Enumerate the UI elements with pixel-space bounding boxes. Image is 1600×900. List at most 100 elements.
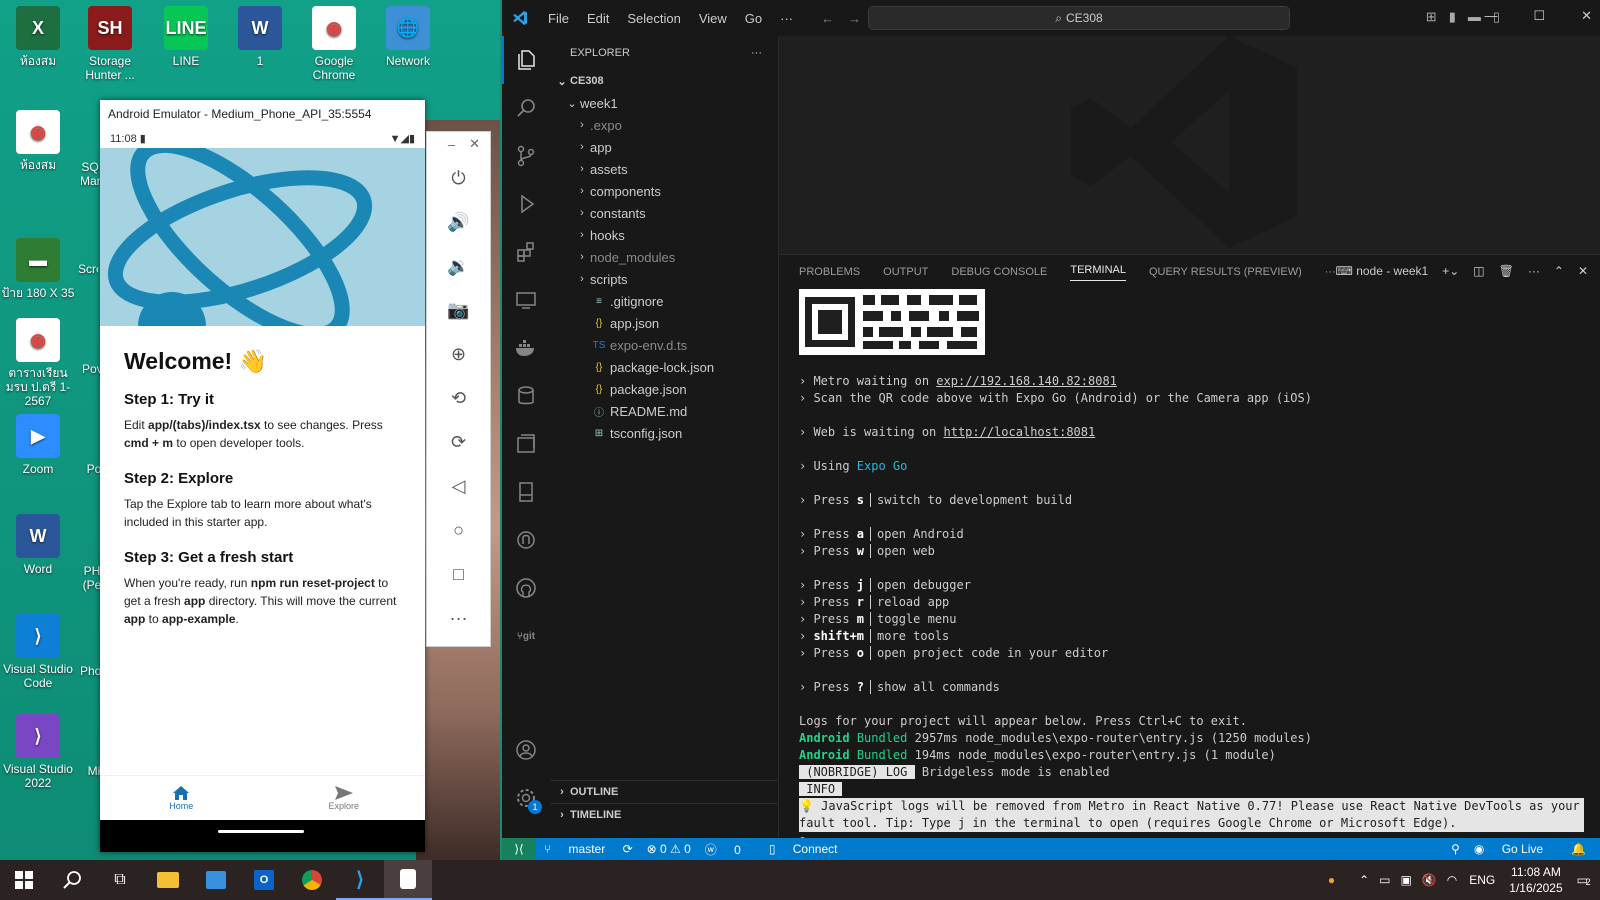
outlook-icon[interactable]: O [240,860,288,900]
rotate-right-icon[interactable]: ⟳ [427,420,490,464]
go-live-button[interactable]: ◉ Go Live [1474,842,1557,856]
window-close-icon[interactable]: ✕ [1581,8,1592,24]
branch-indicator[interactable]: ⑂ master ⟳ [544,842,633,856]
ports-indicator[interactable]: ⓦ 0 [705,841,755,858]
git-icon[interactable]: ⑂git [502,612,550,660]
folder-item[interactable]: › app [550,136,778,158]
language-indicator[interactable]: ENG [1469,873,1495,887]
more-actions-icon[interactable]: ··· [751,47,762,59]
notebook-icon[interactable] [502,468,550,516]
back-arrow-icon[interactable]: ← [821,11,834,26]
menu-item[interactable]: View [699,11,727,26]
trash-icon[interactable]: 🗑 [1499,264,1514,278]
panel-tab[interactable]: ··· [1325,266,1336,278]
file-item[interactable]: ≡ .gitignore [550,290,778,312]
more-icon[interactable]: ··· [427,596,490,640]
desktop-icon[interactable]: W Word [0,514,76,576]
new-terminal-icon[interactable]: +⌄ [1442,264,1459,278]
file-item[interactable]: ⓘ README.md [550,400,778,422]
desktop-icon[interactable]: LINE LINE [148,6,224,68]
settings-gear-icon[interactable]: 1 [502,774,550,822]
folder-item[interactable]: › hooks [550,224,778,246]
folder-item[interactable]: › node_modules [550,246,778,268]
github-icon[interactable] [502,564,550,612]
windows-start-icon[interactable] [0,860,48,900]
folder-item[interactable]: › assets [550,158,778,180]
meet-now-icon[interactable]: ▣ [1400,873,1411,887]
web-url-link[interactable]: http://localhost:8081 [944,425,1096,439]
copilot-icon[interactable]: ⚲ [1451,842,1460,856]
run-debug-icon[interactable] [502,180,550,228]
terminal-output[interactable]: › Metro waiting on exp://192.168.140.82:… [799,289,1584,849]
menu-item[interactable]: Selection [627,11,680,26]
menu-item[interactable]: Go [745,11,762,26]
file-item[interactable]: ⊞ tsconfig.json [550,422,778,444]
metro-url-link[interactable]: exp://192.168.140.82:8081 [936,374,1117,388]
menu-item[interactable]: Edit [587,11,609,26]
battery-icon[interactable]: ▭ [1379,873,1390,887]
database-icon[interactable] [502,372,550,420]
desktop-icon[interactable]: ▬ ป้าย 180 X 35 [0,238,76,300]
panel-tab[interactable]: DEBUG CONSOLE [951,266,1047,278]
folder-item[interactable]: ⌄ week1 [550,92,778,114]
split-terminal-icon[interactable]: ◫ [1473,264,1484,278]
toggle-panel-icon[interactable]: ▬ [1468,9,1481,25]
toggle-sidebar-icon[interactable]: ▮ [1449,9,1456,25]
panel-tab[interactable]: TERMINAL [1070,264,1126,281]
search-icon[interactable] [48,860,96,900]
problems-indicator[interactable]: ⊗ 0 ⚠ 0 [647,842,691,856]
panel-tab[interactable]: OUTPUT [883,266,928,278]
file-item[interactable]: {} package.json [550,378,778,400]
clock[interactable]: 11:08 AM 1/16/2025 [1509,864,1562,896]
file-item[interactable]: {} app.json [550,312,778,334]
teams-icon[interactable]: ● [1328,873,1335,887]
terminal-instance[interactable]: ⌨ node - week1 [1336,264,1429,278]
timeline-section[interactable]: › TIMELINE [550,803,778,826]
emulator-taskbar-icon[interactable] [384,860,432,900]
notification-center-icon[interactable]: ▭ 2 [1577,873,1591,887]
power-icon[interactable]: ⏻ [427,156,490,200]
desktop-icon[interactable]: ◉ ตารางเรียน มรบ ป.ตรี 1-2567 [0,318,76,408]
panel-tab[interactable]: PROBLEMS [799,266,860,278]
command-center-search[interactable]: ⌕ CE308 [868,6,1290,30]
desktop-icon[interactable]: 🌐 Network [370,6,446,68]
file-item[interactable]: TS expo-env.d.ts [550,334,778,356]
show-hidden-icons-icon[interactable]: ⌃ [1359,873,1369,887]
containers-icon[interactable] [502,420,550,468]
folder-item[interactable]: › scripts [550,268,778,290]
desktop-icon[interactable]: ◉ ห้องสม [0,110,76,172]
remote-explorer-icon[interactable] [502,276,550,324]
rotate-left-icon[interactable]: ⟲ [427,376,490,420]
folder-item[interactable]: › .expo [550,114,778,136]
volume-up-icon[interactable]: 🔊 [427,200,490,244]
search-icon[interactable] [502,84,550,132]
panel-tab[interactable]: QUERY RESULTS (PREVIEW) [1149,266,1302,278]
account-icon[interactable] [502,726,550,774]
volume-muted-icon[interactable]: 🔇 [1422,873,1437,887]
volume-down-icon[interactable]: 🔉 [427,244,490,288]
desktop-icon[interactable]: ⟩ Visual Studio 2022 [0,714,76,790]
explorer-icon[interactable] [502,36,550,84]
file-item[interactable]: {} package-lock.json [550,356,778,378]
store-icon[interactable] [192,860,240,900]
vscode-taskbar-icon[interactable]: ⟩ [336,860,384,900]
postgres-icon[interactable] [502,516,550,564]
menu-item[interactable]: ··· [780,11,793,26]
android-emulator-window[interactable]: Android Emulator - Medium_Phone_API_35:5… [100,100,425,852]
menu-item[interactable]: File [548,11,569,26]
desktop-icon[interactable]: ▶ Zoom [0,414,76,476]
window-maximize-icon[interactable]: ☐ [1533,8,1545,24]
remote-indicator-icon[interactable]: ⟩⟨ [502,838,536,860]
more-icon[interactable]: ··· [1528,264,1540,278]
desktop-icon[interactable]: ⟩ Visual Studio Code [0,614,76,690]
file-explorer-icon[interactable] [144,860,192,900]
maximize-panel-icon[interactable]: ⌃ [1554,264,1564,278]
wifi-icon[interactable]: ◠ [1447,873,1457,887]
folder-item[interactable]: › components [550,180,778,202]
minimize-icon[interactable]: – [448,137,455,152]
back-icon[interactable]: ◁ [427,464,490,508]
folder-item[interactable]: › constants [550,202,778,224]
desktop-icon[interactable]: W1 [222,6,298,68]
desktop-icon[interactable]: X ห้องสม [0,6,76,68]
source-control-icon[interactable] [502,132,550,180]
